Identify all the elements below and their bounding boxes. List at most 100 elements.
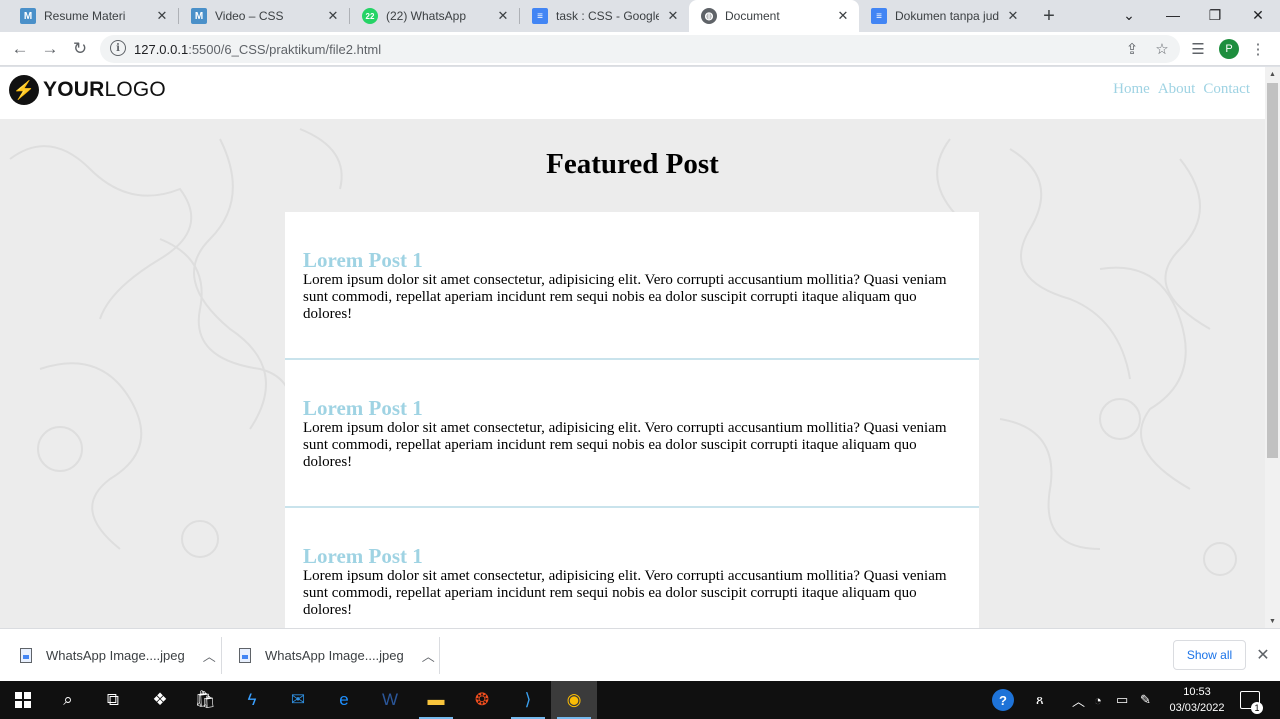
post-body: Lorem ipsum dolor sit amet consectetur, … <box>303 420 947 470</box>
help-icon[interactable]: ? <box>992 681 1014 719</box>
url-path: :5500/6_CSS/praktikum/file2.html <box>188 42 382 57</box>
download-filename: WhatsApp Image....jpeg <box>265 648 404 663</box>
post-title: Lorem Post 1 <box>303 248 423 272</box>
restore-icon[interactable]: ❐ <box>1193 0 1237 30</box>
nav-link-about[interactable]: About <box>1158 81 1196 98</box>
menu-kebab-icon[interactable]: ⋮ <box>1246 37 1270 61</box>
show-all-button[interactable]: Show all <box>1173 640 1246 670</box>
chrome-icon[interactable]: ◉ <box>551 681 597 719</box>
tab-title: Video – CSS <box>215 9 284 23</box>
file-explorer-icon[interactable]: ▬ <box>413 681 459 719</box>
bookmark-star-icon[interactable]: ☆ <box>1152 39 1172 59</box>
back-icon[interactable]: ← <box>8 37 32 61</box>
shelf-separator <box>221 637 222 674</box>
post-body: Lorem ipsum dolor sit amet consectetur, … <box>303 568 947 618</box>
download-item[interactable]: WhatsApp Image....jpeg ︿ <box>20 629 216 682</box>
forward-icon[interactable]: → <box>38 37 62 61</box>
task-view-icon[interactable]: ⧉ <box>90 681 136 719</box>
clock-time: 10:53 <box>1183 686 1211 698</box>
tab-title: Dokumen tanpa judul <box>895 9 999 23</box>
logo-wordmark: YOURLOGO <box>43 78 166 102</box>
close-tab-icon[interactable]: ✕ <box>154 8 170 24</box>
tab-title: Resume Materi <box>44 9 126 23</box>
page-viewport: ⚡ YOURLOGO Home About Contact Featured P… <box>0 67 1265 628</box>
store-icon[interactable]: 🛍 <box>182 681 228 719</box>
page-scrollbar[interactable]: ▲ ▼ <box>1265 67 1280 628</box>
share-icon[interactable]: ⇪ <box>1122 39 1142 59</box>
tab-whatsapp[interactable]: 22 (22) WhatsApp ✕ <box>350 0 519 32</box>
tab-title: task : CSS - Google Do <box>556 9 659 23</box>
pen-icon[interactable]: ✎ <box>1140 681 1151 719</box>
profile-avatar[interactable]: P <box>1219 39 1239 59</box>
close-tab-icon[interactable]: ✕ <box>1005 8 1021 24</box>
tab-title: (22) WhatsApp <box>386 9 467 23</box>
close-tab-icon[interactable]: ✕ <box>665 8 681 24</box>
scrollbar-thumb[interactable] <box>1267 83 1278 458</box>
people-icon[interactable]: ጸ <box>1036 681 1044 719</box>
lightning-bolt-icon: ⚡ <box>9 75 39 105</box>
scroll-down-arrow-icon[interactable]: ▼ <box>1265 614 1280 628</box>
figma-icon[interactable]: ❂ <box>459 681 505 719</box>
tab-dokumen-tanpa-judul[interactable]: ≡ Dokumen tanpa judul ✕ <box>859 0 1029 32</box>
post-card: Lorem Post 1 Lorem ipsum dolor sit amet … <box>285 360 979 508</box>
globe-icon: ◍ <box>701 8 717 24</box>
battery-icon[interactable]: ▭ <box>1116 681 1128 719</box>
reload-icon[interactable]: ↻ <box>68 37 92 61</box>
download-shelf: WhatsApp Image....jpeg ︿ WhatsApp Image.… <box>0 628 1280 681</box>
site-header: ⚡ YOURLOGO Home About Contact <box>0 67 1265 119</box>
clock-date: 03/03/2022 <box>1169 702 1225 714</box>
vscode-icon[interactable]: ⟩ <box>505 681 551 719</box>
post-card: Lorem Post 1 Lorem ipsum dolor sit amet … <box>285 212 979 360</box>
download-item[interactable]: WhatsApp Image....jpeg ︿ <box>239 629 435 682</box>
m-icon: M <box>191 8 207 24</box>
featured-post-list: Lorem Post 1 Lorem ipsum dolor sit amet … <box>285 212 979 628</box>
system-clock[interactable]: 10:53 03/03/2022 <box>1163 684 1231 716</box>
mail-icon[interactable]: ✉ <box>275 681 321 719</box>
tray-chevron-up-icon[interactable]: ︿ <box>1072 681 1085 719</box>
site-info-icon[interactable]: i <box>110 40 126 56</box>
window-close-icon[interactable]: ✕ <box>1236 0 1280 30</box>
search-icon[interactable]: ⌕ <box>45 681 91 719</box>
wifi-icon[interactable]: ◔ <box>1094 681 1102 719</box>
tab-video-css[interactable]: M Video – CSS ✕ <box>179 0 349 32</box>
reading-list-icon[interactable]: ☰ <box>1186 37 1210 61</box>
new-tab-icon[interactable]: + <box>1038 5 1060 27</box>
nav-link-home[interactable]: Home <box>1113 81 1150 98</box>
chevron-up-icon[interactable]: ︿ <box>422 646 435 665</box>
image-file-icon <box>239 648 251 663</box>
minimize-icon[interactable]: — <box>1151 0 1195 30</box>
close-tab-icon[interactable]: ✕ <box>495 8 511 24</box>
image-file-icon <box>20 648 32 663</box>
tab-strip: M Resume Materi ✕ M Video – CSS ✕ 22 (22… <box>0 0 1280 32</box>
tab-title: Document <box>725 9 780 23</box>
edge-icon[interactable]: e <box>321 681 367 719</box>
tab-document[interactable]: ◍ Document ✕ <box>689 0 859 32</box>
post-title: Lorem Post 1 <box>303 544 423 568</box>
site-nav: Home About Contact <box>1113 81 1250 98</box>
url-host: 127.0.0.1 <box>134 42 189 57</box>
site-logo[interactable]: ⚡ YOURLOGO <box>9 75 166 105</box>
logo-bold-text: YOUR <box>43 78 105 101</box>
tab-task-css[interactable]: ≡ task : CSS - Google Do ✕ <box>520 0 689 32</box>
tab-search-chevron-icon[interactable]: ⌄ <box>1107 0 1151 30</box>
logo-light-text: LOGO <box>104 78 166 101</box>
post-title: Lorem Post 1 <box>303 396 423 420</box>
post-card: Lorem Post 1 Lorem ipsum dolor sit amet … <box>285 508 979 628</box>
chevron-up-icon[interactable]: ︿ <box>203 646 216 665</box>
address-bar[interactable]: i 127.0.0.1:5500/6_CSS/praktikum/file2.h… <box>100 35 1180 63</box>
url-text[interactable]: 127.0.0.1:5500/6_CSS/praktikum/file2.htm… <box>134 42 381 57</box>
start-windows-icon[interactable] <box>0 681 46 719</box>
word-icon[interactable]: W <box>367 681 413 719</box>
tab-resume-materi[interactable]: M Resume Materi ✕ <box>8 0 178 32</box>
close-tab-icon[interactable]: ✕ <box>835 8 851 24</box>
dropbox-icon[interactable]: ❖ <box>137 681 183 719</box>
xampp-icon[interactable]: ϟ <box>229 681 275 719</box>
close-shelf-icon[interactable]: ✕ <box>1254 645 1272 665</box>
shelf-separator <box>439 637 440 674</box>
scroll-up-arrow-icon[interactable]: ▲ <box>1265 67 1280 81</box>
close-tab-icon[interactable]: ✕ <box>325 8 341 24</box>
nav-link-contact[interactable]: Contact <box>1203 81 1250 98</box>
whatsapp-icon: 22 <box>362 8 378 24</box>
notification-count-badge: 1 <box>1251 702 1263 714</box>
windows-taskbar: ⌕ ⧉ ❖ 🛍 ϟ ✉ e W ▬ ❂ ⟩ ◉ ? ጸ ︿ ◔ ▭ ✎ 10:5… <box>0 681 1280 719</box>
